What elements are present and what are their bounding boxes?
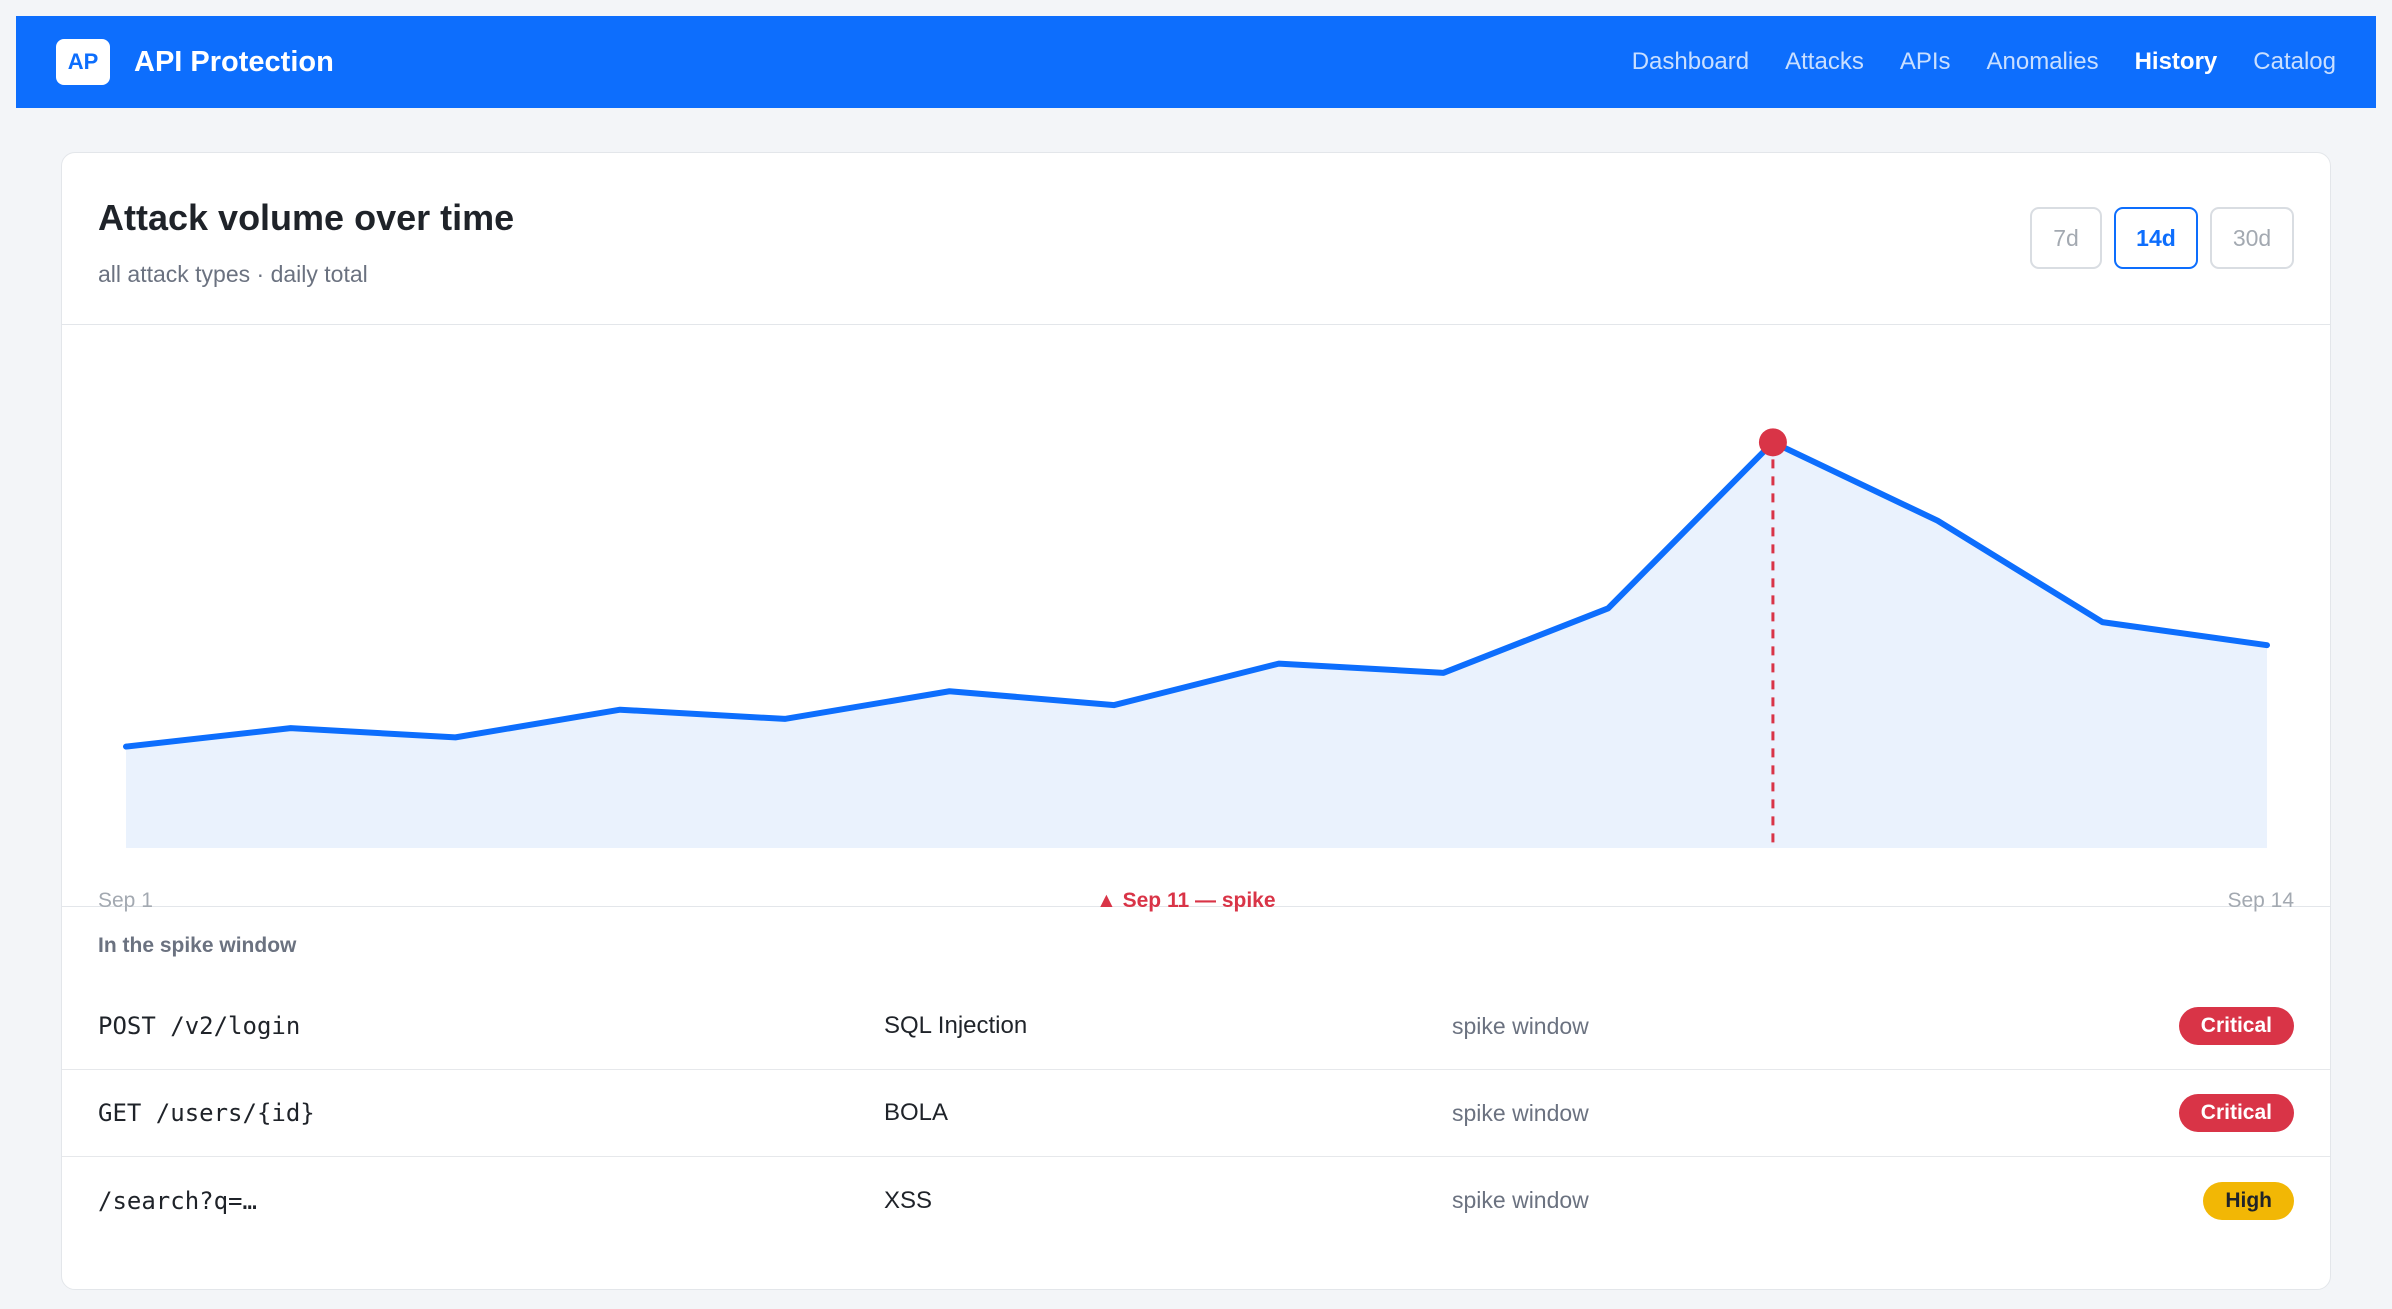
chart-svg <box>123 428 2270 848</box>
range-30d-button[interactable]: 30d <box>2210 207 2294 269</box>
attack-type-cell: BOLA <box>884 1099 949 1126</box>
attack-type-cell: SQL Injection <box>884 1012 1028 1039</box>
app-title: API Protection <box>134 45 334 78</box>
spike-point[interactable] <box>1758 428 1787 457</box>
attack-type-cell: XSS <box>884 1186 933 1214</box>
nav-link-dashboard[interactable]: Dashboard <box>1632 48 1749 76</box>
table-row[interactable]: POST /v2/login SQL Injection spike windo… <box>62 983 2330 1070</box>
nav-link-apis[interactable]: APIs <box>1900 48 1951 76</box>
spike-window-heading: In the spike window <box>98 934 297 957</box>
spike-window-list: POST /v2/login SQL Injection spike windo… <box>62 983 2330 1244</box>
card-title: Attack volume over time <box>98 197 515 238</box>
range-7d-button[interactable]: 7d <box>2030 207 2102 269</box>
window-cell: spike window <box>1452 1187 1589 1213</box>
endpoint-cell: POST /v2/login <box>98 1012 301 1040</box>
range-14d-button[interactable]: 14d <box>2114 207 2198 269</box>
card-header: Attack volume over time all attack types… <box>62 153 2330 325</box>
severity-badge: Critical <box>2178 1094 2294 1132</box>
app-logo[interactable]: AP <box>56 39 110 85</box>
endpoint-cell: GET /users/{id} <box>98 1099 315 1127</box>
nav-links: Dashboard Attacks APIs Anomalies History… <box>1632 48 2336 76</box>
severity-badge: High <box>2203 1181 2294 1220</box>
attack-volume-chart <box>62 325 2330 907</box>
top-navbar: AP API Protection Dashboard Attacks APIs… <box>16 16 2376 108</box>
nav-link-attacks[interactable]: Attacks <box>1785 48 1864 76</box>
endpoint-cell: /search?q=… <box>98 1186 257 1215</box>
attack-volume-card: Attack volume over time all attack types… <box>61 152 2331 1290</box>
window-cell: spike window <box>1452 1012 1589 1039</box>
spike-window-section: In the spike window POST /v2/login SQL I… <box>62 909 2330 1244</box>
nav-link-catalog[interactable]: Catalog <box>2253 48 2336 76</box>
range-selector: 7d 14d 30d <box>2030 207 2294 269</box>
severity-badge: Critical <box>2178 1007 2294 1045</box>
nav-link-anomalies[interactable]: Anomalies <box>1987 48 2099 76</box>
window-cell: spike window <box>1452 1099 1589 1126</box>
table-row[interactable]: /search?q=… XSS spike window High <box>62 1157 2330 1244</box>
table-row[interactable]: GET /users/{id} BOLA spike window Critic… <box>62 1070 2330 1157</box>
area-fill <box>126 442 2267 848</box>
nav-link-history[interactable]: History <box>2135 48 2218 76</box>
card-subtitle: all attack types · daily total <box>98 261 368 287</box>
